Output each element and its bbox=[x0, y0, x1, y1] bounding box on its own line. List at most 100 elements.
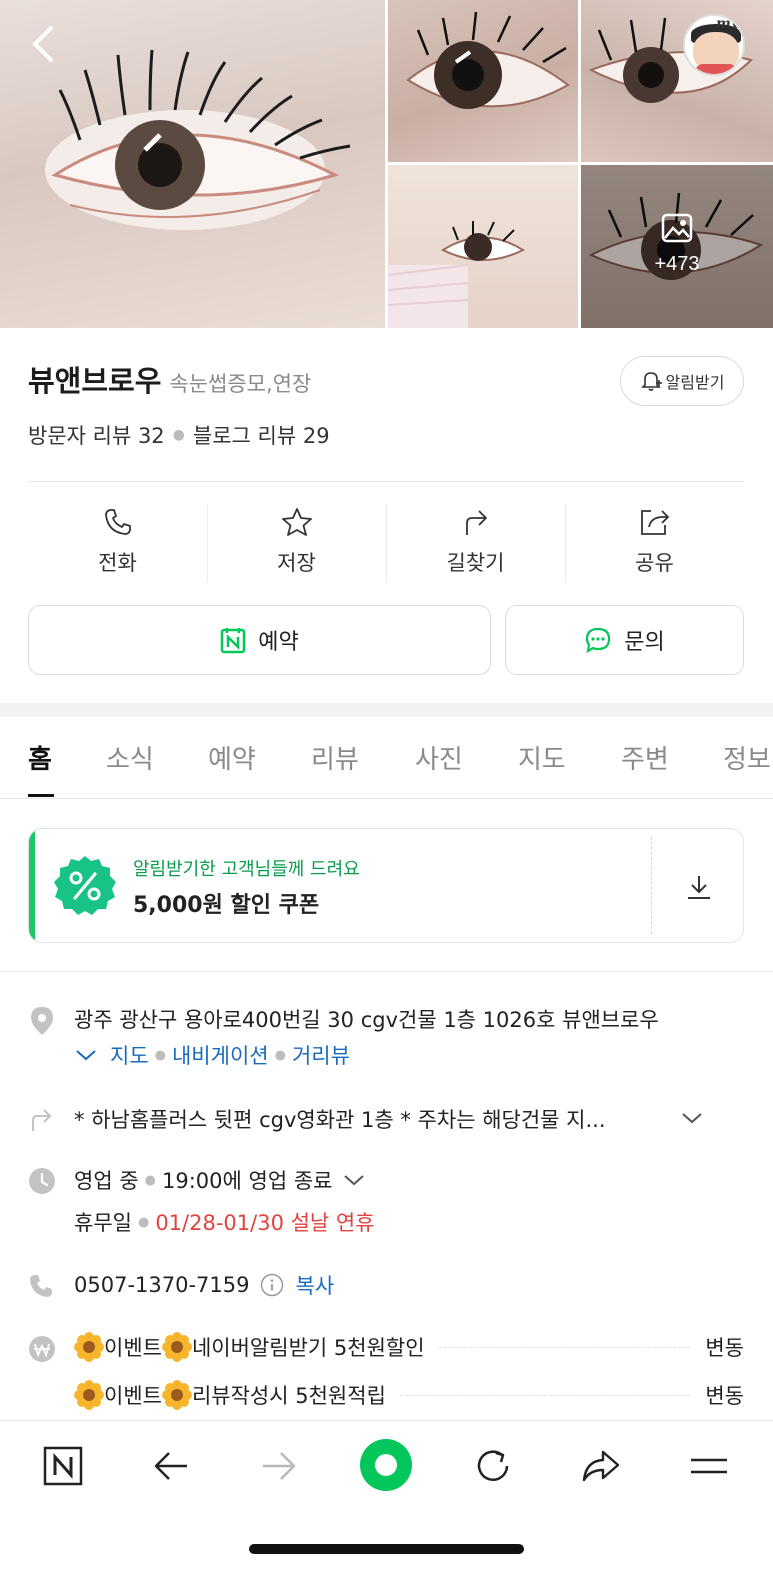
photo-thumb-more[interactable]: +473 bbox=[581, 165, 773, 328]
phone-icon bbox=[30, 1275, 52, 1297]
directions-text: * 하남홈플러스 뒷편 cgv영화관 1층 * 주차는 해당건물 지... bbox=[74, 1108, 606, 1132]
divider bbox=[0, 971, 773, 972]
home-indicator bbox=[249, 1544, 524, 1554]
active-tab-indicator bbox=[28, 794, 54, 797]
directions-label: 길찾기 bbox=[446, 551, 505, 575]
photo-thumb[interactable] bbox=[581, 0, 773, 162]
price-item: 이벤트 리뷰작성시 5천원적립 변동 bbox=[74, 1380, 744, 1410]
green-dot-button[interactable] bbox=[356, 1435, 416, 1495]
share-arrow-icon bbox=[582, 1450, 620, 1482]
save-action[interactable]: 저장 bbox=[207, 500, 386, 584]
holiday-label: 휴무일 bbox=[74, 1211, 132, 1235]
sunflower-icon bbox=[161, 1332, 192, 1362]
sunflower-icon bbox=[74, 1380, 104, 1410]
hours-status[interactable]: 영업 중 ● 19:00에 영업 종료 bbox=[74, 1165, 366, 1195]
refresh-icon bbox=[477, 1450, 509, 1481]
menu-icon bbox=[691, 1458, 727, 1474]
map-link[interactable]: 지도 bbox=[110, 1040, 149, 1070]
tab-reviews[interactable]: 리뷰 bbox=[311, 739, 359, 776]
refresh-button[interactable] bbox=[463, 1441, 523, 1491]
menu-button[interactable] bbox=[679, 1441, 739, 1491]
main-photo[interactable] bbox=[0, 0, 385, 328]
won-icon bbox=[29, 1336, 55, 1362]
green-dot-icon bbox=[360, 1439, 412, 1491]
naver-n-icon bbox=[43, 1446, 83, 1486]
back-nav-button[interactable] bbox=[141, 1441, 201, 1491]
share-label: 공유 bbox=[635, 551, 674, 575]
reserve-label: 예약 bbox=[258, 630, 299, 655]
call-action[interactable]: 전화 bbox=[28, 500, 207, 584]
price-item-name: 리뷰작성시 5천원적립 bbox=[191, 1384, 386, 1408]
inquiry-button[interactable]: 문의 bbox=[505, 605, 744, 675]
arrow-right-icon bbox=[263, 1452, 296, 1480]
photo-thumb[interactable] bbox=[388, 0, 578, 162]
price-item-prefix: 이벤트 bbox=[104, 1384, 162, 1408]
section-gap bbox=[0, 703, 773, 717]
price-row: 이벤트 네이버알림받기 5천원할인 변동 이벤트 리뷰작성시 5천원적립 변동 bbox=[28, 1330, 744, 1420]
phone-number[interactable]: 0507-1370-7159 bbox=[74, 1273, 250, 1297]
more-photos-count: +473 bbox=[654, 253, 700, 275]
navigation-link[interactable]: 내비게이션 bbox=[172, 1040, 269, 1070]
location-pin-icon bbox=[31, 1007, 53, 1035]
directions-icon bbox=[32, 1109, 52, 1131]
place-category: 속눈썹증모,연장 bbox=[169, 372, 312, 396]
phone-line: 0507-1370-7159 복사 bbox=[74, 1270, 334, 1300]
phone-icon bbox=[104, 509, 131, 535]
save-label: 저장 bbox=[277, 551, 316, 575]
coupon-download-button[interactable] bbox=[669, 865, 729, 909]
coupon-card[interactable]: 알림받기한 고객님들께 드려요 5,000원 할인 쿠폰 bbox=[28, 828, 744, 943]
holiday-line: 휴무일 ● 01/28-01/30 설날 연휴 bbox=[74, 1207, 375, 1237]
hours-close-time: 19:00에 영업 종료 bbox=[161, 1169, 333, 1193]
back-button[interactable] bbox=[22, 22, 62, 66]
streetview-link[interactable]: 거리뷰 bbox=[292, 1040, 350, 1070]
chevron-down-icon[interactable] bbox=[680, 1110, 704, 1126]
place-title-row: 뷰앤브로우 속눈썹증모,연장 bbox=[28, 358, 311, 400]
clock-icon bbox=[29, 1168, 55, 1194]
price-item-value: 변동 bbox=[705, 1336, 744, 1360]
info-icon[interactable] bbox=[260, 1273, 284, 1297]
copy-phone-link[interactable]: 복사 bbox=[296, 1270, 335, 1300]
reserve-button[interactable]: 예약 bbox=[28, 605, 491, 675]
chat-icon bbox=[586, 627, 611, 654]
tab-photos[interactable]: 사진 bbox=[415, 739, 463, 776]
call-label: 전화 bbox=[98, 551, 137, 575]
more-photos-overlay: +473 bbox=[581, 213, 773, 276]
photo-thumb[interactable] bbox=[388, 165, 578, 328]
image-icon bbox=[661, 213, 693, 243]
user-avatar[interactable]: my bbox=[683, 14, 745, 76]
price-item-value: 변동 bbox=[705, 1384, 744, 1408]
notify-button[interactable]: 알림받기 bbox=[620, 356, 744, 406]
share-icon bbox=[640, 510, 669, 535]
address-row: 광주 광산구 용아로400번길 30 cgv건물 1층 1026호 뷰앤브로우 … bbox=[28, 1000, 744, 1072]
chevron-down-icon bbox=[344, 1175, 365, 1186]
directions-action[interactable]: 길찾기 bbox=[386, 500, 565, 584]
share-action[interactable]: 공유 bbox=[565, 500, 744, 584]
tab-bar: 홈 소식 예약 리뷰 사진 지도 주변 정보 bbox=[0, 717, 773, 799]
tab-home[interactable]: 홈 bbox=[28, 739, 52, 776]
sunflower-icon bbox=[74, 1332, 104, 1362]
bell-plus-icon bbox=[640, 372, 662, 391]
forward-nav-button[interactable] bbox=[249, 1441, 309, 1491]
discount-badge-icon bbox=[54, 856, 116, 915]
tab-booking[interactable]: 예약 bbox=[208, 739, 256, 776]
tab-info[interactable]: 정보 bbox=[723, 739, 771, 776]
visitor-reviews-link[interactable]: 방문자 리뷰 32 bbox=[28, 420, 165, 450]
review-summary: 방문자 리뷰 32 ● 블로그 리뷰 29 bbox=[28, 420, 330, 450]
address-links: 지도 ● 내비게이션 ● 거리뷰 bbox=[74, 1040, 350, 1070]
chevron-down-icon[interactable] bbox=[74, 1047, 98, 1063]
share-nav-button[interactable] bbox=[571, 1441, 631, 1491]
tab-nearby[interactable]: 주변 bbox=[621, 739, 669, 776]
naver-booking-icon bbox=[221, 628, 246, 654]
naver-home-button[interactable] bbox=[33, 1441, 93, 1491]
arrow-left-icon bbox=[154, 1452, 187, 1480]
tab-map[interactable]: 지도 bbox=[518, 739, 566, 776]
directions-row[interactable]: * 하남홈플러스 뒷편 cgv영화관 1층 * 주차는 해당건물 지... bbox=[28, 1100, 744, 1136]
inquiry-label: 문의 bbox=[624, 630, 665, 655]
blog-reviews-link[interactable]: 블로그 리뷰 29 bbox=[193, 420, 330, 450]
directions-icon bbox=[465, 510, 487, 535]
hours-row: 영업 중 ● 19:00에 영업 종료 휴무일 ● 01/28-01/30 설날… bbox=[28, 1163, 744, 1239]
sunflower-icon bbox=[161, 1380, 192, 1410]
star-icon bbox=[281, 508, 312, 536]
tab-news[interactable]: 소식 bbox=[106, 739, 154, 776]
phone-row: 0507-1370-7159 복사 bbox=[28, 1268, 744, 1304]
